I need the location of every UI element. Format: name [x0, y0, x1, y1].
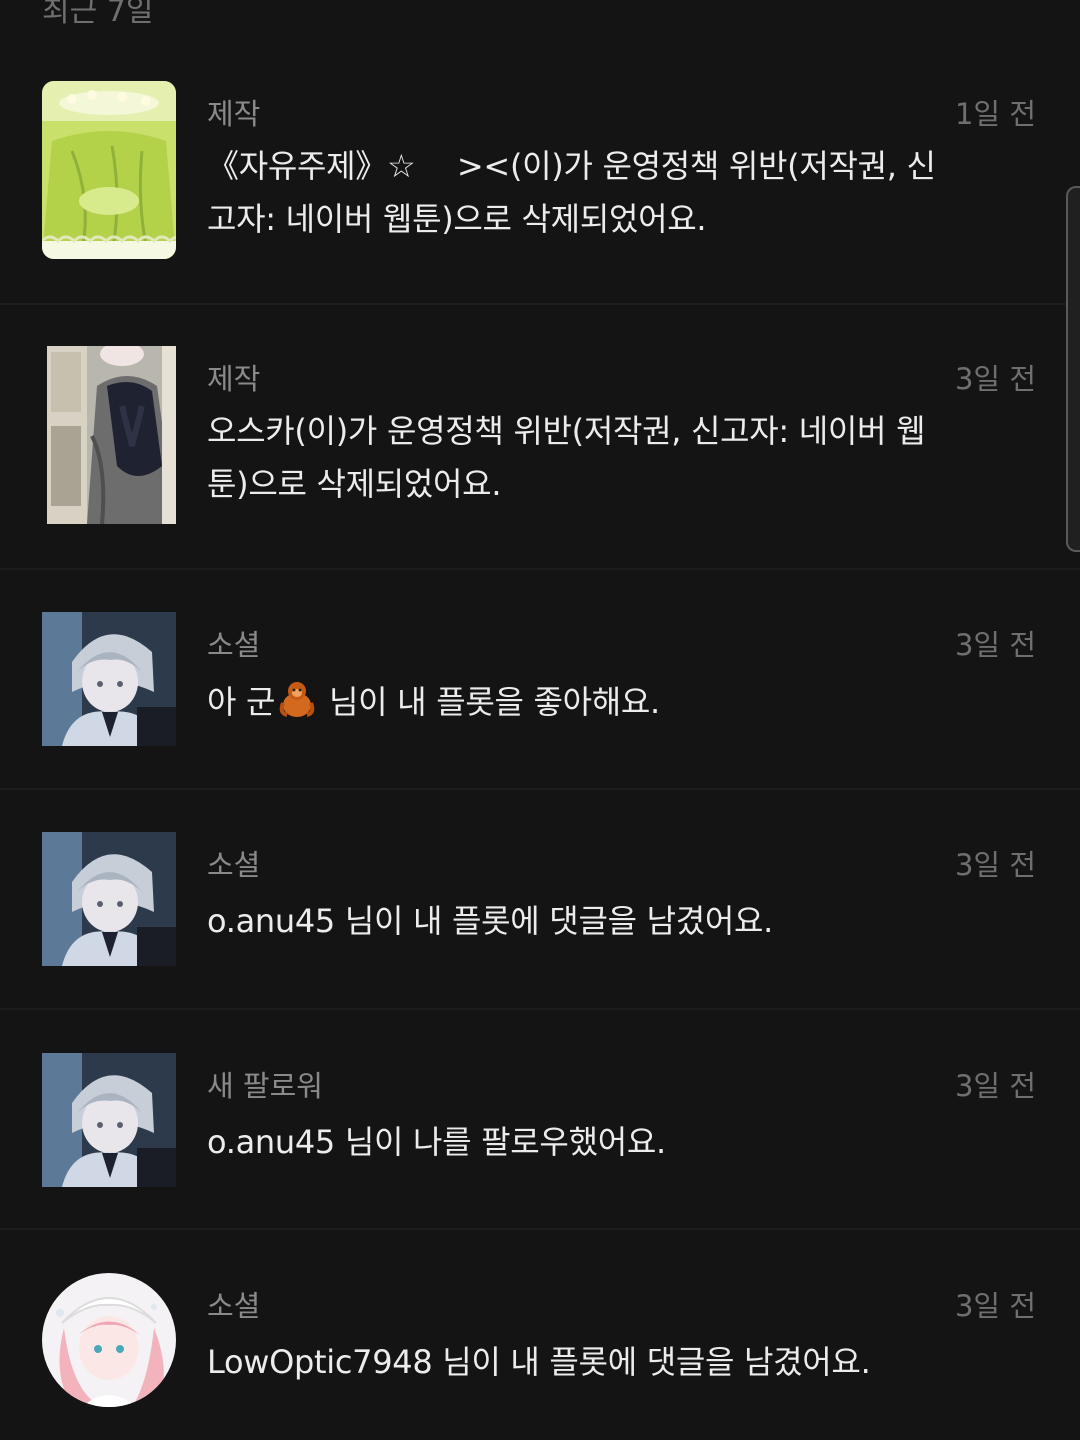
notification-category: 소셜	[207, 848, 261, 882]
avatar	[42, 832, 176, 966]
scrollbar-thumb[interactable]	[1066, 186, 1080, 552]
avatar	[42, 1273, 176, 1407]
notification-item[interactable]: 소셜 3일 전 아 군 님이 내 플롯을 좋아해요.	[0, 570, 1080, 790]
notification-item[interactable]: 소셜 3일 전 o.anu45 님이 내 플롯에 댓글을 남겼어요.	[0, 790, 1080, 1010]
notification-time: 3일 전	[954, 362, 1036, 396]
notification-item[interactable]: 소셜 3일 전 LowOptic7948 님이 내 플롯에 댓글을 남겼어요.	[0, 1230, 1080, 1440]
notification-time: 3일 전	[954, 1289, 1036, 1323]
orangutan-emoji-icon	[277, 679, 317, 719]
notification-message: 아 군 님이 내 플롯을 좋아해요.	[207, 676, 947, 729]
notification-category: 새 팔로워	[207, 1069, 323, 1103]
notification-message: o.anu45 님이 내 플롯에 댓글을 남겼어요.	[207, 902, 774, 940]
notification-message: LowOptic7948 님이 내 플롯에 댓글을 남겼어요.	[207, 1343, 871, 1381]
notification-message: 오스카(이)가 운영정책 위반(저작권, 신고자: 네이버 웹툰)으로 삭제되었…	[207, 412, 926, 503]
notification-category: 제작	[207, 362, 261, 396]
message-text: 님이 내 플롯을 좋아해요.	[319, 683, 660, 721]
thumbnail-image	[42, 81, 176, 259]
notification-item[interactable]: 제작 3일 전 오스카(이)가 운영정책 위반(저작권, 신고자: 네이버 웹툰…	[0, 305, 1080, 570]
notification-time: 3일 전	[954, 848, 1036, 882]
notification-category: 소셜	[207, 1289, 261, 1323]
notification-time: 3일 전	[954, 628, 1036, 662]
notification-message: o.anu45 님이 나를 팔로우했어요.	[207, 1123, 666, 1161]
section-header-recent-7-days: 최근 7일	[42, 0, 154, 29]
avatar	[42, 612, 176, 746]
notifications-screen: 최근 7일 제작 1일 전 《자유주제》☆ ><(이)가 운영정책 위반(저작권…	[0, 0, 1080, 1440]
avatar	[42, 1053, 176, 1187]
notification-category: 제작	[207, 97, 261, 131]
notification-time: 3일 전	[954, 1069, 1036, 1103]
notification-category: 소셜	[207, 628, 261, 662]
notification-item[interactable]: 제작 1일 전 《자유주제》☆ ><(이)가 운영정책 위반(저작권, 신고자:…	[0, 40, 1080, 305]
notification-time: 1일 전	[954, 97, 1036, 131]
message-username: 아 군	[207, 683, 276, 721]
notification-message: 《자유주제》☆ ><(이)가 운영정책 위반(저작권, 신고자: 네이버 웹툰)…	[207, 147, 936, 238]
notification-item[interactable]: 새 팔로워 3일 전 o.anu45 님이 나를 팔로우했어요.	[0, 1010, 1080, 1230]
thumbnail-image	[47, 346, 176, 524]
